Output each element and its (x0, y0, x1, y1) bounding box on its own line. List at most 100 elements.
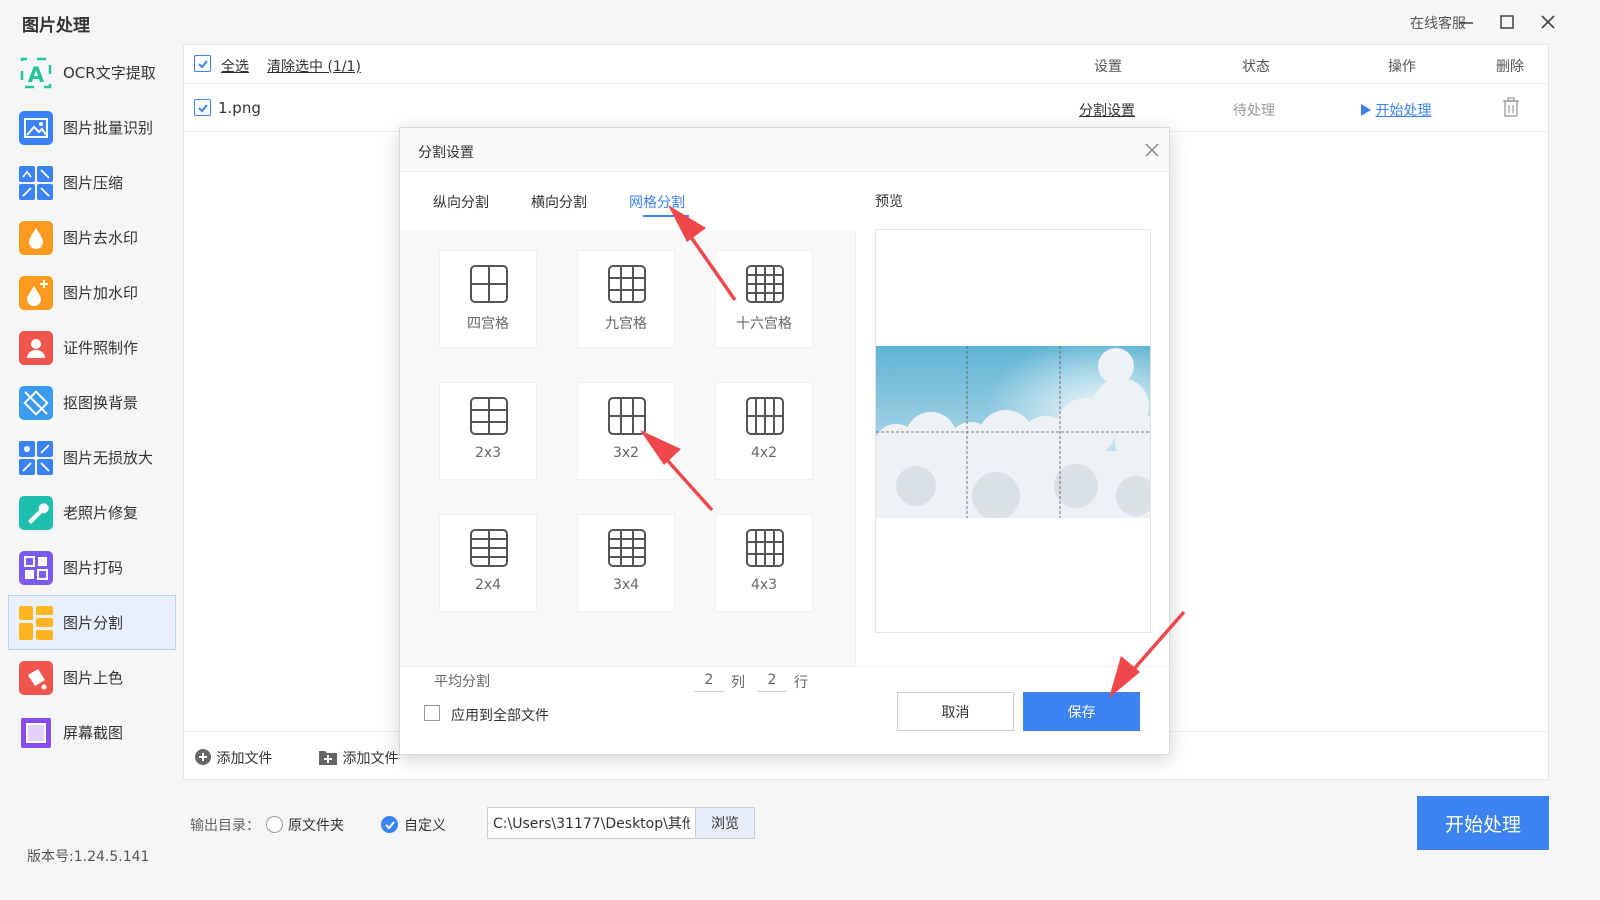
repair-icon (19, 495, 53, 530)
grid-layout-icon (470, 265, 508, 303)
grid-option[interactable]: 2x4 (439, 514, 537, 612)
sidebar-item-label: 图片无损放大 (63, 449, 154, 467)
mosaic-icon (19, 550, 53, 585)
sidebar-item-label: 图片打码 (63, 559, 124, 577)
delete-button[interactable] (1502, 97, 1520, 121)
add-folder-label: 添加文件 (342, 751, 399, 767)
grid-option-label: 四宫格 (467, 316, 509, 332)
select-all-link[interactable]: 全选 (221, 56, 249, 76)
preview-box (875, 229, 1151, 633)
close-window-button[interactable] (1534, 8, 1562, 36)
split-tabs: 纵向分割 横向分割 网格分割 (400, 173, 856, 230)
start-processing-button[interactable]: 开始处理 (1417, 796, 1549, 850)
grid-option-label: 十六宫格 (736, 316, 792, 332)
sidebar-item-label: 老照片修复 (63, 504, 139, 522)
start-process-label: 开始处理 (1375, 103, 1432, 119)
minimize-button[interactable] (1452, 8, 1480, 36)
sidebar-item[interactable]: 图片分割 (8, 595, 176, 650)
add-file-button[interactable]: 添加文件 (194, 748, 272, 768)
sidebar-item[interactable]: 图片上色 (8, 650, 176, 705)
file-name: 1.png (218, 99, 261, 117)
grid-option[interactable]: 3x4 (577, 514, 675, 612)
dialog-close-button[interactable] (1142, 140, 1162, 160)
sidebar-item[interactable]: 抠图换背景 (8, 375, 176, 430)
grid-option-label: 九宫格 (605, 316, 647, 332)
sidebar-item[interactable]: 图片批量识别 (8, 100, 176, 155)
add-folder-button[interactable]: 添加文件 (318, 748, 398, 768)
tab-vertical-split[interactable]: 纵向分割 (433, 192, 489, 212)
title-bar: 图片处理 在线客服 (0, 0, 1600, 44)
radio-original-folder[interactable] (266, 816, 283, 833)
select-all-checkbox[interactable] (194, 55, 211, 72)
close-icon (1145, 143, 1159, 157)
dialog-header: 分割设置 (400, 128, 1169, 172)
add-circle-icon (195, 749, 211, 765)
sidebar-item-label: OCR文字提取 (63, 64, 156, 82)
grid-option[interactable]: 3x2 (577, 382, 675, 480)
column-status-header: 状态 (1242, 59, 1270, 75)
grid-layout-icon (470, 397, 508, 435)
trash-icon (1503, 97, 1519, 117)
sidebar-item[interactable]: 图片去水印 (8, 210, 176, 265)
split-settings-link[interactable]: 分割设置 (1079, 100, 1135, 120)
svg-text:A: A (28, 63, 45, 87)
sidebar-item[interactable]: 图片无损放大 (8, 430, 176, 485)
tab-grid-split[interactable]: 网格分割 (629, 192, 685, 212)
start-process-link[interactable]: 开始处理 (1361, 100, 1431, 120)
grid-option[interactable]: 九宫格 (577, 250, 675, 348)
sidebar-item-label: 屏幕截图 (63, 724, 124, 742)
radio-custom-folder[interactable] (381, 816, 398, 833)
save-button[interactable]: 保存 (1023, 692, 1140, 731)
maximize-button[interactable] (1493, 8, 1521, 36)
preview-image (876, 346, 1150, 518)
radio-custom-folder-label: 自定义 (404, 818, 446, 834)
grid-option-label: 4x3 (750, 577, 778, 593)
output-path-input[interactable] (487, 807, 695, 839)
grid-option-label: 2x4 (474, 577, 502, 593)
tab-horizontal-split[interactable]: 横向分割 (531, 192, 587, 212)
clear-selection-link[interactable]: 清除选中 (1/1) (267, 56, 361, 76)
grid-layout-icon (746, 397, 784, 435)
grid-option-label: 4x2 (750, 445, 778, 461)
radio-original-folder-label: 原文件夹 (288, 818, 344, 834)
sidebar-item[interactable]: 图片压缩 (8, 155, 176, 210)
sidebar-item[interactable]: 图片打码 (8, 540, 176, 595)
grid-option[interactable]: 4x2 (715, 382, 813, 480)
row-checkbox[interactable] (194, 99, 211, 116)
grid-layout-icon (608, 529, 646, 567)
add-folder-icon (319, 751, 337, 765)
grid-layout-icon (746, 529, 784, 567)
screenshot-icon (19, 716, 53, 750)
sidebar-item-label: 抠图换背景 (63, 394, 139, 412)
active-tab-indicator (643, 215, 689, 217)
grid-option-label: 3x2 (612, 445, 640, 461)
sidebar-item[interactable]: A OCR文字提取 (8, 45, 176, 100)
add-file-label: 添加文件 (216, 751, 273, 767)
grid-option[interactable]: 2x3 (439, 382, 537, 480)
preview-title: 预览 (875, 194, 903, 210)
sidebar-item[interactable]: 屏幕截图 (8, 705, 176, 760)
check-icon (197, 59, 208, 68)
cancel-button[interactable]: 取消 (897, 692, 1014, 731)
play-icon (1361, 104, 1371, 116)
browse-button[interactable]: 浏览 (695, 807, 755, 839)
dialog-footer: 应用到全部文件 取消 保存 (400, 666, 1169, 756)
sidebar-item-label: 图片压缩 (63, 174, 124, 192)
grid-option[interactable]: 十六宫格 (715, 250, 813, 348)
grid-option-label: 3x4 (612, 577, 640, 593)
sidebar-item[interactable]: 证件照制作 (8, 320, 176, 375)
image-recognize-icon (19, 110, 53, 145)
output-directory-label: 输出目录： (190, 818, 260, 834)
grid-option[interactable]: 四宫格 (439, 250, 537, 348)
apply-all-checkbox[interactable] (424, 705, 440, 721)
check-icon (384, 820, 395, 829)
sidebar-item-label: 图片去水印 (63, 229, 139, 247)
table-header: 全选 清除选中 (1/1) 设置 状态 操作 删除 (184, 45, 1548, 84)
remove-watermark-icon (19, 220, 53, 255)
grid-option-label: 2x3 (474, 445, 502, 461)
grid-option[interactable]: 4x3 (715, 514, 813, 612)
sidebar-item[interactable]: 老照片修复 (8, 485, 176, 540)
id-photo-icon (19, 330, 53, 365)
sidebar-item[interactable]: 图片加水印 (8, 265, 176, 320)
split-icon (19, 605, 53, 640)
